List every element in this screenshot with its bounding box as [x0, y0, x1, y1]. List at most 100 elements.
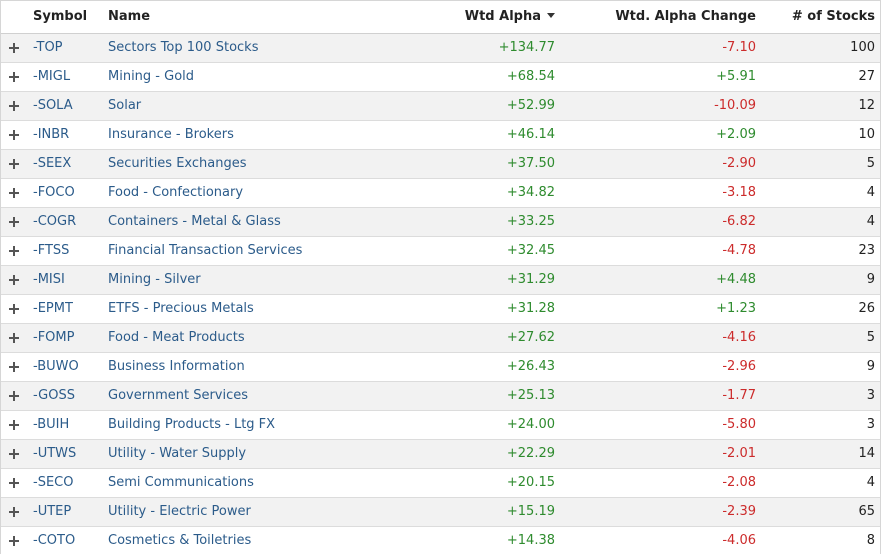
row-alpha-change: -2.39: [722, 504, 756, 519]
row-symbol[interactable]: -MISI: [33, 266, 65, 294]
table-row[interactable]: -BUWO Business Information +26.43 -2.96 9: [1, 353, 880, 382]
row-num-stocks: 65: [858, 504, 875, 519]
row-wtd-alpha: +26.43: [506, 359, 555, 374]
row-name[interactable]: Business Information: [108, 353, 245, 381]
row-alpha-change: +5.91: [716, 69, 756, 84]
row-name[interactable]: Food - Meat Products: [108, 324, 245, 352]
expand-plus-icon[interactable]: [9, 72, 19, 82]
row-name[interactable]: Sectors Top 100 Stocks: [108, 34, 258, 62]
table-row[interactable]: -SEEX Securities Exchanges +37.50 -2.90 5: [1, 150, 880, 179]
row-name[interactable]: Building Products - Ltg FX: [108, 411, 275, 439]
row-symbol[interactable]: -FOMP: [33, 324, 74, 352]
row-symbol[interactable]: -TOP: [33, 34, 63, 62]
expand-plus-icon[interactable]: [9, 43, 19, 53]
table-row[interactable]: -FOCO Food - Confectionary +34.82 -3.18 4: [1, 179, 880, 208]
expand-plus-icon[interactable]: [9, 449, 19, 459]
table-row[interactable]: -GOSS Government Services +25.13 -1.77 3: [1, 382, 880, 411]
expand-plus-icon[interactable]: [9, 507, 19, 517]
row-name[interactable]: Cosmetics & Toiletries: [108, 527, 251, 554]
table-row[interactable]: -SOLA Solar +52.99 -10.09 12: [1, 92, 880, 121]
table-row[interactable]: -MIGL Mining - Gold +68.54 +5.91 27: [1, 63, 880, 92]
expand-plus-icon[interactable]: [9, 362, 19, 372]
expand-plus-icon[interactable]: [9, 391, 19, 401]
row-symbol[interactable]: -COTO: [33, 527, 75, 554]
row-alpha-change: -1.77: [722, 388, 756, 403]
row-wtd-alpha: +20.15: [506, 475, 555, 490]
row-name[interactable]: Semi Communications: [108, 469, 254, 497]
row-name[interactable]: Food - Confectionary: [108, 179, 243, 207]
table-row[interactable]: -BUIH Building Products - Ltg FX +24.00 -5.…: [1, 411, 880, 440]
row-name[interactable]: ETFS - Precious Metals: [108, 295, 254, 323]
row-name[interactable]: Government Services: [108, 382, 248, 410]
row-symbol[interactable]: -INBR: [33, 121, 69, 149]
expand-plus-icon[interactable]: [9, 333, 19, 343]
row-alpha-change: -7.10: [722, 40, 756, 55]
row-symbol[interactable]: -SECO: [33, 469, 73, 497]
expand-plus-icon[interactable]: [9, 159, 19, 169]
table-row[interactable]: -INBR Insurance - Brokers +46.14 +2.09 10: [1, 121, 880, 150]
column-header-wtd-alpha[interactable]: Wtd Alpha: [465, 1, 555, 33]
row-wtd-alpha: +37.50: [506, 156, 555, 171]
row-wtd-alpha: +32.45: [506, 243, 555, 258]
table-body: -TOP Sectors Top 100 Stocks +134.77 -7.10 10…: [1, 34, 880, 554]
column-header-num-stocks[interactable]: # of Stocks: [792, 1, 875, 33]
expand-plus-icon[interactable]: [9, 304, 19, 314]
row-alpha-change: -10.09: [714, 98, 756, 113]
table-row[interactable]: -FOMP Food - Meat Products +27.62 -4.16 5: [1, 324, 880, 353]
row-name[interactable]: Insurance - Brokers: [108, 121, 234, 149]
expand-plus-icon[interactable]: [9, 217, 19, 227]
table-row[interactable]: -UTWS Utility - Water Supply +22.29 -2.01 14: [1, 440, 880, 469]
expand-plus-icon[interactable]: [9, 420, 19, 430]
table-row[interactable]: -MISI Mining - Silver +31.29 +4.48 9: [1, 266, 880, 295]
column-header-symbol[interactable]: Symbol: [33, 1, 87, 33]
row-wtd-alpha: +25.13: [506, 388, 555, 403]
row-alpha-change: -2.90: [722, 156, 756, 171]
row-symbol[interactable]: -FOCO: [33, 179, 75, 207]
row-symbol[interactable]: -EPMT: [33, 295, 73, 323]
row-symbol[interactable]: -UTWS: [33, 440, 76, 468]
row-num-stocks: 8: [866, 533, 875, 548]
table-row[interactable]: -COTO Cosmetics & Toiletries +14.38 -4.06 8: [1, 527, 880, 554]
row-symbol[interactable]: -FTSS: [33, 237, 69, 265]
table-row[interactable]: -TOP Sectors Top 100 Stocks +134.77 -7.10 10…: [1, 34, 880, 63]
table-row[interactable]: -SECO Semi Communications +20.15 -2.08 4: [1, 469, 880, 498]
expand-plus-icon[interactable]: [9, 130, 19, 140]
table-row[interactable]: -COGR Containers - Metal & Glass +33.25 -6.…: [1, 208, 880, 237]
row-symbol[interactable]: -MIGL: [33, 63, 70, 91]
row-alpha-change: -2.01: [722, 446, 756, 461]
expand-plus-icon[interactable]: [9, 246, 19, 256]
expand-plus-icon[interactable]: [9, 536, 19, 546]
expand-plus-icon[interactable]: [9, 188, 19, 198]
row-symbol[interactable]: -COGR: [33, 208, 76, 236]
row-name[interactable]: Utility - Water Supply: [108, 440, 246, 468]
row-symbol[interactable]: -GOSS: [33, 382, 75, 410]
row-name[interactable]: Utility - Electric Power: [108, 498, 251, 526]
column-header-alpha-change[interactable]: Wtd. Alpha Change: [615, 1, 756, 33]
expand-plus-icon[interactable]: [9, 275, 19, 285]
row-alpha-change: -4.06: [722, 533, 756, 548]
row-name[interactable]: Containers - Metal & Glass: [108, 208, 281, 236]
row-symbol[interactable]: -BUWO: [33, 353, 79, 381]
row-name[interactable]: Solar: [108, 92, 141, 120]
row-name[interactable]: Securities Exchanges: [108, 150, 247, 178]
table-row[interactable]: -FTSS Financial Transaction Services +32.4…: [1, 237, 880, 266]
column-header-name[interactable]: Name: [108, 1, 150, 33]
row-wtd-alpha: +134.77: [498, 40, 555, 55]
row-name[interactable]: Financial Transaction Services: [108, 237, 302, 265]
expand-plus-icon[interactable]: [9, 478, 19, 488]
row-num-stocks: 4: [866, 185, 875, 200]
row-symbol[interactable]: -BUIH: [33, 411, 69, 439]
row-symbol[interactable]: -SEEX: [33, 150, 71, 178]
expand-plus-icon[interactable]: [9, 101, 19, 111]
table-row[interactable]: -UTEP Utility - Electric Power +15.19 -2.39…: [1, 498, 880, 527]
row-symbol[interactable]: -UTEP: [33, 498, 71, 526]
row-name[interactable]: Mining - Silver: [108, 266, 201, 294]
column-header-wtd-alpha-label: Wtd Alpha: [464, 9, 541, 24]
row-name[interactable]: Mining - Gold: [108, 63, 194, 91]
row-symbol[interactable]: -SOLA: [33, 92, 73, 120]
row-wtd-alpha: +22.29: [506, 446, 555, 461]
row-num-stocks: 23: [858, 243, 875, 258]
table-row[interactable]: -EPMT ETFS - Precious Metals +31.28 +1.23 26: [1, 295, 880, 324]
row-num-stocks: 4: [866, 214, 875, 229]
row-num-stocks: 3: [866, 417, 875, 432]
